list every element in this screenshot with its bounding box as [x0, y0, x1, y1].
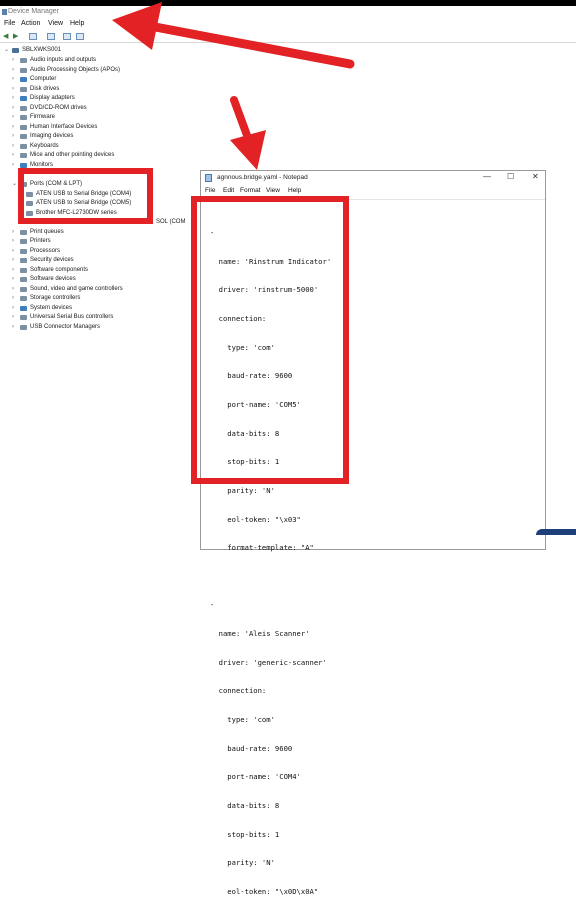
code-line: connection:	[210, 686, 267, 696]
arrow-to-title	[112, 2, 355, 69]
annotation-arrows	[112, 2, 355, 170]
code-line: ​	[210, 572, 331, 582]
taskbar-corner	[536, 529, 576, 535]
code-line: port-name: 'COM4'	[210, 772, 301, 782]
code-line: parity: 'N'	[210, 858, 275, 868]
code-line: type: 'com'	[210, 714, 275, 724]
code-line: -	[210, 600, 215, 610]
arrow-to-notepad	[230, 96, 266, 170]
code-line: format-template: "A"	[210, 543, 314, 553]
code-line: data-bits: 8	[210, 800, 280, 810]
code-line: name: 'Aleis Scanner'	[210, 629, 310, 639]
code-line: stop-bits: 1	[210, 829, 280, 839]
code-line: eol-token: "\x0D\x0A"	[210, 886, 319, 896]
code-line: driver: 'generic-scanner'	[210, 657, 327, 667]
code-line: baud-rate: 9600	[210, 743, 293, 753]
